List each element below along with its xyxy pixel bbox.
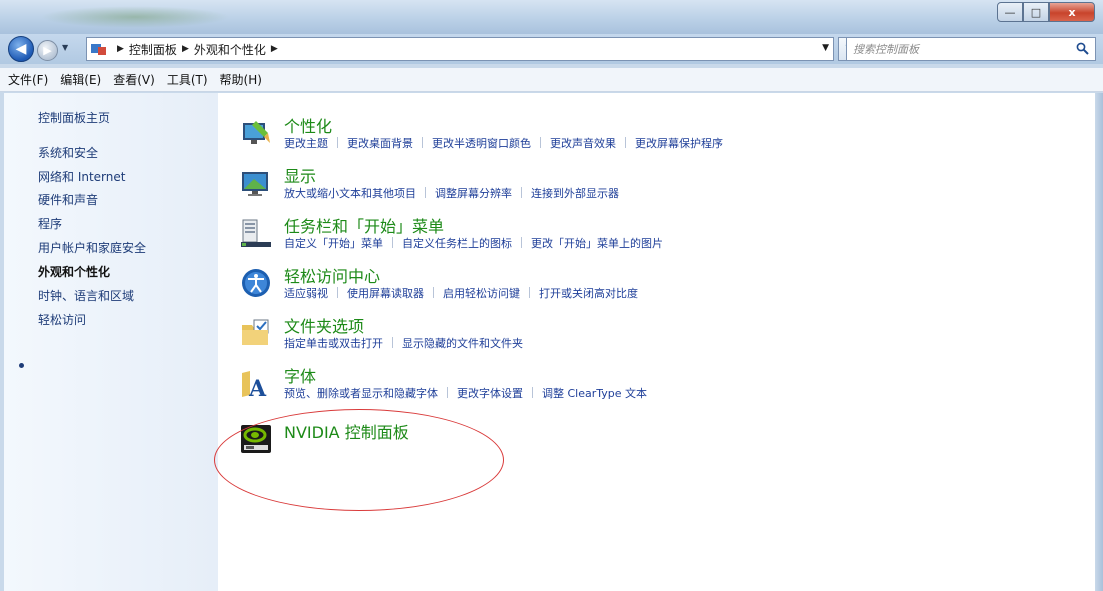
active-bullet (19, 363, 24, 368)
chevron-right-icon[interactable]: ▶ (271, 44, 278, 54)
link-single-double-click[interactable]: 指定单击或双击打开 (284, 337, 383, 350)
category-title[interactable]: 个性化 (284, 113, 332, 137)
link-screen-reader[interactable]: 使用屏幕读取器 (347, 287, 424, 300)
menu-tools[interactable]: 工具(T) (167, 71, 208, 88)
window-frame-edge (1095, 93, 1103, 591)
link-separator (433, 287, 434, 298)
sidebar-item-ease-of-access[interactable]: 轻松访问 (38, 311, 86, 328)
link-font-settings[interactable]: 更改字体设置 (457, 387, 523, 400)
link-cleartype[interactable]: 调整 ClearType 文本 (542, 387, 647, 400)
category-links: 指定单击或双击打开 显示隐藏的文件和文件夹 (284, 335, 523, 351)
sidebar-item-clock-region[interactable]: 时钟、语言和区域 (38, 287, 134, 304)
address-bar[interactable]: ▶ 控制面板 ▶ 外观和个性化 ▶ ▼ (86, 37, 834, 61)
folder-options-icon (242, 319, 269, 345)
category-links: 自定义「开始」菜单 自定义任务栏上的图标 更改「开始」菜单上的图片 (284, 235, 663, 251)
search-input[interactable]: 搜索控制面板 (846, 37, 1096, 61)
sidebar-item-network[interactable]: 网络和 Internet (38, 168, 125, 185)
link-separator (521, 237, 522, 248)
link-preview-fonts[interactable]: 预览、删除或者显示和隐藏字体 (284, 387, 438, 400)
link-access-keys[interactable]: 启用轻松访问键 (443, 287, 520, 300)
link-separator (392, 337, 393, 348)
ease-of-access-icon (242, 269, 270, 297)
recent-pages-dropdown[interactable]: ▼ (62, 43, 68, 52)
link-resolution[interactable]: 调整屏幕分辨率 (435, 187, 512, 200)
link-screen-saver[interactable]: 更改屏幕保护程序 (635, 137, 723, 150)
svg-text:A: A (248, 376, 267, 399)
link-separator (337, 287, 338, 298)
link-customize-start[interactable]: 自定义「开始」菜单 (284, 237, 383, 250)
sidebar: 控制面板主页 系统和安全 网络和 Internet 硬件和声音 程序 用户帐户和… (4, 93, 218, 591)
menu-help[interactable]: 帮助(H) (220, 71, 262, 88)
category-title[interactable]: 文件夹选项 (284, 313, 364, 337)
sidebar-item-appearance[interactable]: 外观和个性化 (38, 263, 110, 280)
category-links: 更改主题 更改桌面背景 更改半透明窗口颜色 更改声音效果 更改屏幕保护程序 (284, 135, 723, 151)
category-title[interactable]: NVIDIA 控制面板 (284, 419, 409, 443)
link-separator (540, 137, 541, 148)
category-title[interactable]: 轻松访问中心 (284, 263, 380, 287)
minimize-button[interactable]: — (997, 2, 1023, 22)
sidebar-item-hardware-sound[interactable]: 硬件和声音 (38, 191, 98, 208)
personalization-icon (243, 121, 270, 144)
nvidia-icon (241, 425, 271, 453)
back-button[interactable]: ◀ (8, 36, 34, 62)
link-separator (529, 287, 530, 298)
blurred-glass (40, 6, 230, 28)
category-title[interactable]: 任务栏和「开始」菜单 (284, 213, 444, 237)
link-external-display[interactable]: 连接到外部显示器 (531, 187, 619, 200)
sidebar-item-programs[interactable]: 程序 (38, 215, 62, 232)
link-separator (532, 387, 533, 398)
link-window-color[interactable]: 更改半透明窗口颜色 (432, 137, 531, 150)
address-dropdown-icon[interactable]: ▼ (822, 43, 829, 53)
link-separator (422, 137, 423, 148)
fonts-icon: A (242, 371, 267, 399)
category-links: 放大或缩小文本和其他项目 调整屏幕分辨率 连接到外部显示器 (284, 185, 619, 201)
link-separator (392, 237, 393, 248)
breadcrumb-control-panel[interactable]: 控制面板 (129, 41, 177, 58)
link-high-contrast[interactable]: 打开或关闭高对比度 (539, 287, 638, 300)
link-separator (447, 387, 448, 398)
menu-view[interactable]: 查看(V) (113, 71, 155, 88)
chevron-right-icon[interactable]: ▶ (182, 44, 189, 54)
menu-file[interactable]: 文件(F) (8, 71, 48, 88)
menu-bar: 文件(F) 编辑(E) 查看(V) 工具(T) 帮助(H) (0, 68, 1103, 92)
category-title[interactable]: 显示 (284, 163, 316, 187)
menu-edit[interactable]: 编辑(E) (60, 71, 101, 88)
main-content: 个性化 更改主题 更改桌面背景 更改半透明窗口颜色 更改声音效果 更改屏幕保护程序 显示… (218, 93, 1095, 591)
navigation-bar: ◀ ▶ ▼ ▶ 控制面板 ▶ 外观和个性化 ▶ ▼ ↻ 搜索控制面板 (0, 34, 1103, 64)
sidebar-item-user-accounts[interactable]: 用户帐户和家庭安全 (38, 239, 146, 256)
link-desktop-background[interactable]: 更改桌面背景 (347, 137, 413, 150)
sidebar-item-home[interactable]: 控制面板主页 (38, 109, 110, 126)
link-change-theme[interactable]: 更改主题 (284, 137, 328, 150)
link-hidden-files[interactable]: 显示隐藏的文件和文件夹 (402, 337, 523, 350)
forward-button[interactable]: ▶ (37, 40, 58, 61)
link-sound-effects[interactable]: 更改声音效果 (550, 137, 616, 150)
category-links: 适应弱视 使用屏幕读取器 启用轻松访问键 打开或关闭高对比度 (284, 285, 638, 301)
link-taskbar-icons[interactable]: 自定义任务栏上的图标 (402, 237, 512, 250)
link-start-picture[interactable]: 更改「开始」菜单上的图片 (531, 237, 663, 250)
window-controls: — □ x (997, 2, 1095, 22)
taskbar-icon (241, 219, 271, 247)
breadcrumb-appearance[interactable]: 外观和个性化 (194, 41, 266, 58)
control-panel-icon (91, 42, 107, 56)
link-low-vision[interactable]: 适应弱视 (284, 287, 328, 300)
link-separator (425, 187, 426, 198)
close-button[interactable]: x (1049, 2, 1095, 22)
category-title[interactable]: 字体 (284, 363, 316, 387)
link-separator (625, 137, 626, 148)
search-icon[interactable] (1076, 42, 1089, 55)
display-icon (242, 172, 268, 196)
chevron-right-icon[interactable]: ▶ (117, 44, 124, 54)
category-links: 预览、删除或者显示和隐藏字体 更改字体设置 调整 ClearType 文本 (284, 385, 647, 401)
maximize-button[interactable]: □ (1023, 2, 1049, 22)
link-text-size[interactable]: 放大或缩小文本和其他项目 (284, 187, 416, 200)
search-placeholder: 搜索控制面板 (853, 43, 919, 56)
link-separator (337, 137, 338, 148)
title-bar: — □ x (0, 0, 1103, 34)
sidebar-item-system-security[interactable]: 系统和安全 (38, 144, 98, 161)
link-separator (521, 187, 522, 198)
